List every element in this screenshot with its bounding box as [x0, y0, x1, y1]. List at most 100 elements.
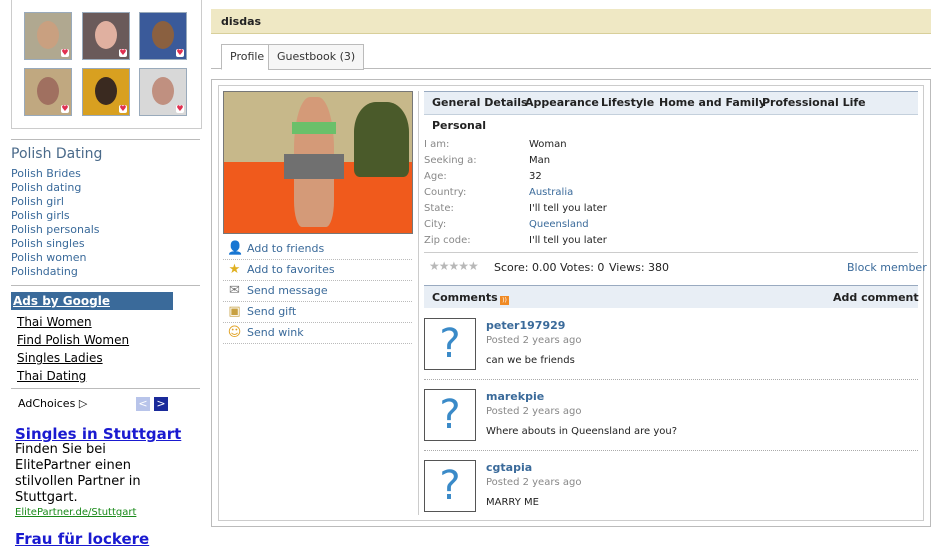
- avatar[interactable]: ?: [424, 389, 476, 441]
- send-gift-button[interactable]: ▣ Send gift: [223, 302, 412, 323]
- ad-next-button[interactable]: >: [154, 397, 168, 411]
- detail-label: City:: [424, 219, 447, 230]
- avatar: [152, 77, 174, 105]
- ad-links: Thai Women Find Polish Women Singles Lad…: [17, 313, 129, 385]
- avatar: [37, 21, 59, 49]
- question-mark-icon: ?: [439, 392, 461, 438]
- ad-title[interactable]: Frau für lockere: [15, 530, 149, 548]
- tab-general-details[interactable]: General Details: [432, 96, 528, 109]
- avatar: [37, 77, 59, 105]
- ad-body: Finden Sie bei ElitePartner einen stilvo…: [15, 442, 141, 505]
- heart-icon: ♥: [119, 48, 127, 57]
- member-thumbnail[interactable]: ♥: [24, 12, 72, 60]
- sidebar-link[interactable]: Polishdating: [11, 265, 100, 279]
- comment-text: Where abouts in Queensland are you?: [486, 426, 678, 437]
- member-thumbnail[interactable]: ♥: [24, 68, 72, 116]
- divider: [11, 285, 200, 286]
- ad-prev-button[interactable]: <: [136, 397, 150, 411]
- sidebar-link[interactable]: Polish personals: [11, 223, 100, 237]
- member-thumbnail[interactable]: ♥: [139, 12, 187, 60]
- divider: [424, 252, 918, 253]
- ads-by-google-header[interactable]: Ads by Google: [11, 292, 173, 310]
- comment-user-link[interactable]: marekpie: [486, 390, 544, 403]
- sidebar-link[interactable]: Polish dating: [11, 181, 100, 195]
- action-label: Send message: [247, 284, 328, 297]
- rss-icon[interactable]: )): [500, 296, 509, 305]
- action-label: Add to friends: [247, 242, 325, 255]
- polish-dating-title: Polish Dating: [11, 146, 103, 162]
- tab-guestbook[interactable]: Guestbook (3): [268, 44, 365, 70]
- adchoices-icon: ▷: [78, 397, 88, 410]
- detail-tabs: General Details Appearance Lifestyle Hom…: [424, 91, 918, 115]
- country-link[interactable]: Australia: [529, 187, 573, 198]
- comment-posted: Posted 2 years ago: [486, 477, 582, 488]
- member-thumbnail[interactable]: ♥: [82, 68, 130, 116]
- detail-label: Country:: [424, 187, 467, 198]
- detail-value: 32: [529, 171, 542, 182]
- left-sidebar: ♥ ♥ ♥ ♥ ♥ ♥ Polish Dating Polish Brides …: [0, 0, 210, 548]
- detail-value: Man: [529, 155, 551, 166]
- heart-icon: ♥: [119, 104, 127, 113]
- question-mark-icon: ?: [439, 463, 461, 509]
- tab-appearance[interactable]: Appearance: [525, 96, 599, 109]
- action-label: Add to favorites: [247, 263, 335, 276]
- add-to-favorites-button[interactable]: ★ Add to favorites: [223, 260, 412, 281]
- divider: [424, 379, 918, 380]
- detail-label: Zip code:: [424, 235, 471, 246]
- ad-link[interactable]: Thai Women: [17, 313, 129, 331]
- ad-title[interactable]: Singles in Stuttgart: [15, 425, 181, 443]
- comment-item: ? cgtapia Posted 2 years ago MARRY ME: [424, 460, 918, 528]
- profile-photo[interactable]: [223, 91, 413, 234]
- ad-link[interactable]: Thai Dating: [17, 367, 129, 385]
- polish-dating-links: Polish Brides Polish dating Polish girl …: [11, 167, 100, 279]
- avatar[interactable]: ?: [424, 318, 476, 370]
- divider: [424, 450, 918, 451]
- avatar: [95, 77, 117, 105]
- member-thumbnails: ♥ ♥ ♥ ♥ ♥ ♥: [11, 0, 202, 129]
- sidebar-link[interactable]: Polish Brides: [11, 167, 100, 181]
- gift-icon: ▣: [228, 304, 241, 319]
- comments-title: Comments: [432, 291, 498, 304]
- tab-professional-life[interactable]: Professional Life: [762, 96, 866, 109]
- sidebar-link[interactable]: Polish girls: [11, 209, 100, 223]
- member-thumbnail[interactable]: ♥: [82, 12, 130, 60]
- detail-label: Seeking a:: [424, 155, 477, 166]
- adchoices-label[interactable]: AdChoices ▷: [18, 397, 87, 410]
- tab-lifestyle[interactable]: Lifestyle: [601, 96, 654, 109]
- adchoices-text: AdChoices: [18, 397, 76, 410]
- add-to-friends-button[interactable]: 👤 Add to friends: [223, 239, 412, 260]
- views-count: Views: 380: [609, 261, 670, 274]
- sidebar-link[interactable]: Polish singles: [11, 237, 100, 251]
- ad-url[interactable]: ElitePartner.de/Stuttgart: [15, 507, 136, 518]
- send-message-button[interactable]: ✉ Send message: [223, 281, 412, 302]
- question-mark-icon: ?: [439, 321, 461, 367]
- comment-text: can we be friends: [486, 355, 575, 366]
- user-icon: 👤: [227, 241, 244, 256]
- sidebar-link[interactable]: Polish girl: [11, 195, 100, 209]
- comment-text: MARRY ME: [486, 497, 539, 508]
- comment-user-link[interactable]: peter197929: [486, 319, 565, 332]
- profile-name-bar: disdas: [211, 9, 931, 34]
- comment-item: ? marekpie Posted 2 years ago Where abou…: [424, 389, 918, 457]
- detail-value: I'll tell you later: [529, 203, 607, 214]
- score-text: Score: 0.00 Votes: 0: [494, 261, 605, 274]
- city-link[interactable]: Queensland: [529, 219, 589, 230]
- sidebar-link[interactable]: Polish women: [11, 251, 100, 265]
- avatar[interactable]: ?: [424, 460, 476, 512]
- comment-posted: Posted 2 years ago: [486, 406, 582, 417]
- member-thumbnail[interactable]: ♥: [139, 68, 187, 116]
- ad-link[interactable]: Singles Ladies: [17, 349, 129, 367]
- send-wink-button[interactable]: ☺ Send wink: [223, 323, 412, 344]
- divider: [11, 388, 200, 389]
- add-comment-link[interactable]: Add comment: [833, 291, 919, 304]
- comment-user-link[interactable]: cgtapia: [486, 461, 532, 474]
- tab-profile[interactable]: Profile: [221, 44, 274, 70]
- block-member-link[interactable]: Block member: [847, 261, 927, 274]
- rating-stars[interactable]: ★★★★★: [429, 259, 479, 273]
- heart-icon: ♥: [61, 48, 69, 57]
- heart-icon: ♥: [176, 104, 184, 113]
- star-icon: ★: [228, 262, 241, 277]
- ad-link[interactable]: Find Polish Women: [17, 331, 129, 349]
- comment-item: ? peter197929 Posted 2 years ago can we …: [424, 318, 918, 386]
- tab-home-and-family[interactable]: Home and Family: [659, 96, 766, 109]
